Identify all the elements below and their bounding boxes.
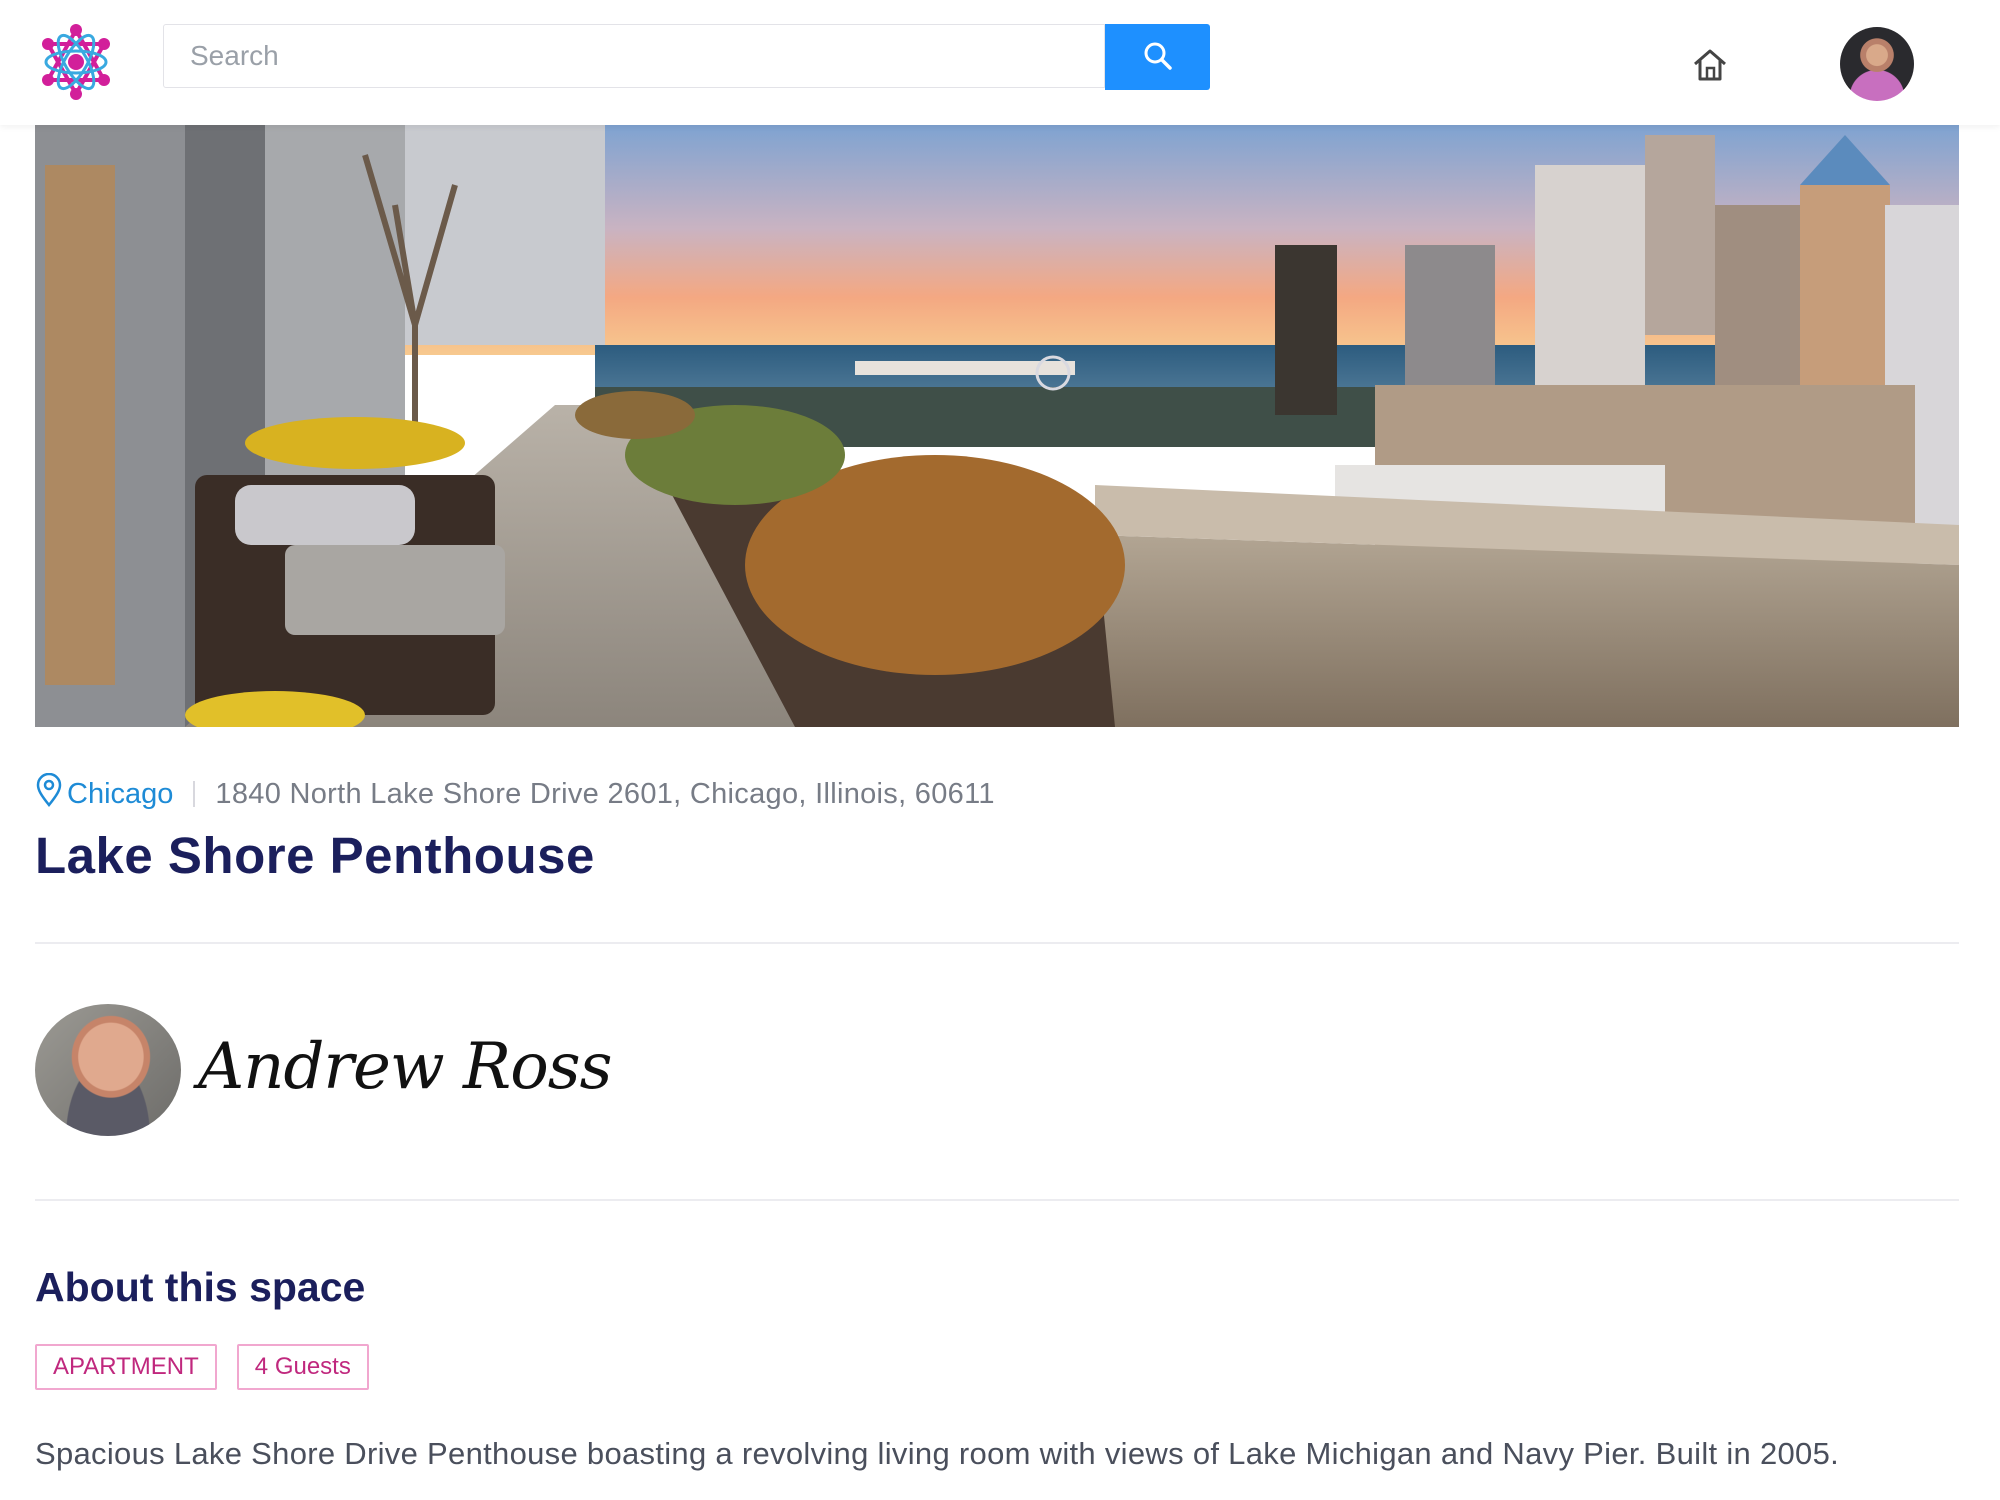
search-button[interactable] bbox=[1105, 24, 1210, 90]
address-text: 1840 North Lake Shore Drive 2601, Chicag… bbox=[215, 777, 995, 810]
divider bbox=[35, 942, 1959, 944]
divider bbox=[35, 1199, 1959, 1201]
hero-image bbox=[35, 125, 1959, 727]
logo-icon[interactable] bbox=[36, 22, 116, 102]
location-separator bbox=[193, 781, 196, 807]
listing-title: Lake Shore Penthouse bbox=[35, 827, 595, 884]
home-icon bbox=[1690, 49, 1730, 89]
guests-tag: 4 Guests bbox=[236, 1344, 369, 1390]
description-text: Spacious Lake Shore Drive Penthouse boas… bbox=[35, 1436, 1840, 1471]
property-type-tag: APARTMENT bbox=[35, 1344, 217, 1390]
search-icon bbox=[1142, 40, 1174, 75]
search-box bbox=[163, 24, 1105, 88]
host-avatar[interactable] bbox=[35, 1004, 181, 1136]
about-heading: About this space bbox=[35, 1264, 366, 1310]
city-link[interactable]: Chicago bbox=[67, 778, 173, 811]
host-name: Andrew Ross bbox=[198, 1030, 612, 1104]
tag-list: APARTMENT 4 Guests bbox=[35, 1344, 369, 1390]
user-avatar[interactable] bbox=[1840, 27, 1914, 101]
location-row: Chicago 1840 North Lake Shore Drive 2601… bbox=[35, 772, 995, 816]
search-input[interactable] bbox=[164, 25, 1104, 87]
home-button[interactable] bbox=[1690, 45, 1730, 85]
top-navbar bbox=[0, 0, 2000, 125]
location-pin-icon bbox=[35, 772, 63, 815]
